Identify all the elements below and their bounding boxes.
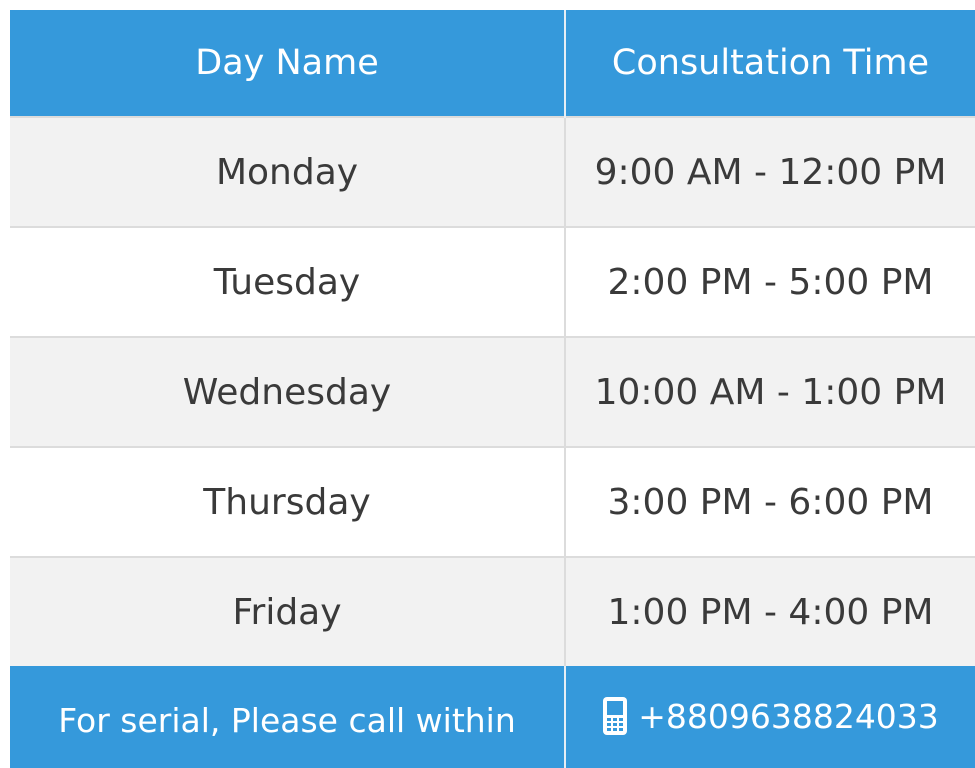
- table-row: Wednesday 10:00 AM - 1:00 PM: [10, 336, 975, 447]
- table-row: Thursday 3:00 PM - 6:00 PM: [10, 446, 975, 557]
- day-cell: Monday: [10, 116, 566, 227]
- table-header: Day Name Consultation Time: [10, 10, 975, 117]
- table-body: Monday 9:00 AM - 12:00 PM Tuesday 2:00 P…: [10, 116, 975, 666]
- time-cell: 2:00 PM - 5:00 PM: [565, 226, 975, 337]
- table-row: Monday 9:00 AM - 12:00 PM: [10, 116, 975, 227]
- mobile-phone-icon: [602, 696, 628, 736]
- header-day-name: Day Name: [10, 10, 566, 117]
- serial-call-label: For serial, Please call within: [10, 666, 566, 768]
- header-row: Day Name Consultation Time: [10, 10, 975, 117]
- table-row: Tuesday 2:00 PM - 5:00 PM: [10, 226, 975, 337]
- header-consultation-time: Consultation Time: [565, 10, 975, 117]
- consultation-schedule-table: Day Name Consultation Time Monday 9:00 A…: [10, 10, 975, 768]
- day-cell: Friday: [10, 556, 566, 666]
- day-cell: Thursday: [10, 446, 566, 557]
- schedule-container: Day Name Consultation Time Monday 9:00 A…: [10, 10, 975, 768]
- time-cell: 3:00 PM - 6:00 PM: [565, 446, 975, 557]
- phone-link[interactable]: +8809638824033: [602, 696, 939, 736]
- day-cell: Tuesday: [10, 226, 566, 337]
- day-cell: Wednesday: [10, 336, 566, 447]
- time-cell: 10:00 AM - 1:00 PM: [565, 336, 975, 447]
- table-footer: For serial, Please call within +88096388…: [10, 666, 975, 768]
- phone-number[interactable]: +8809638824033: [638, 697, 939, 736]
- time-cell: 9:00 AM - 12:00 PM: [565, 116, 975, 227]
- footer-row: For serial, Please call within +88096388…: [10, 666, 975, 768]
- time-cell: 1:00 PM - 4:00 PM: [565, 556, 975, 666]
- phone-cell[interactable]: +8809638824033: [565, 666, 975, 768]
- table-row: Friday 1:00 PM - 4:00 PM: [10, 556, 975, 666]
